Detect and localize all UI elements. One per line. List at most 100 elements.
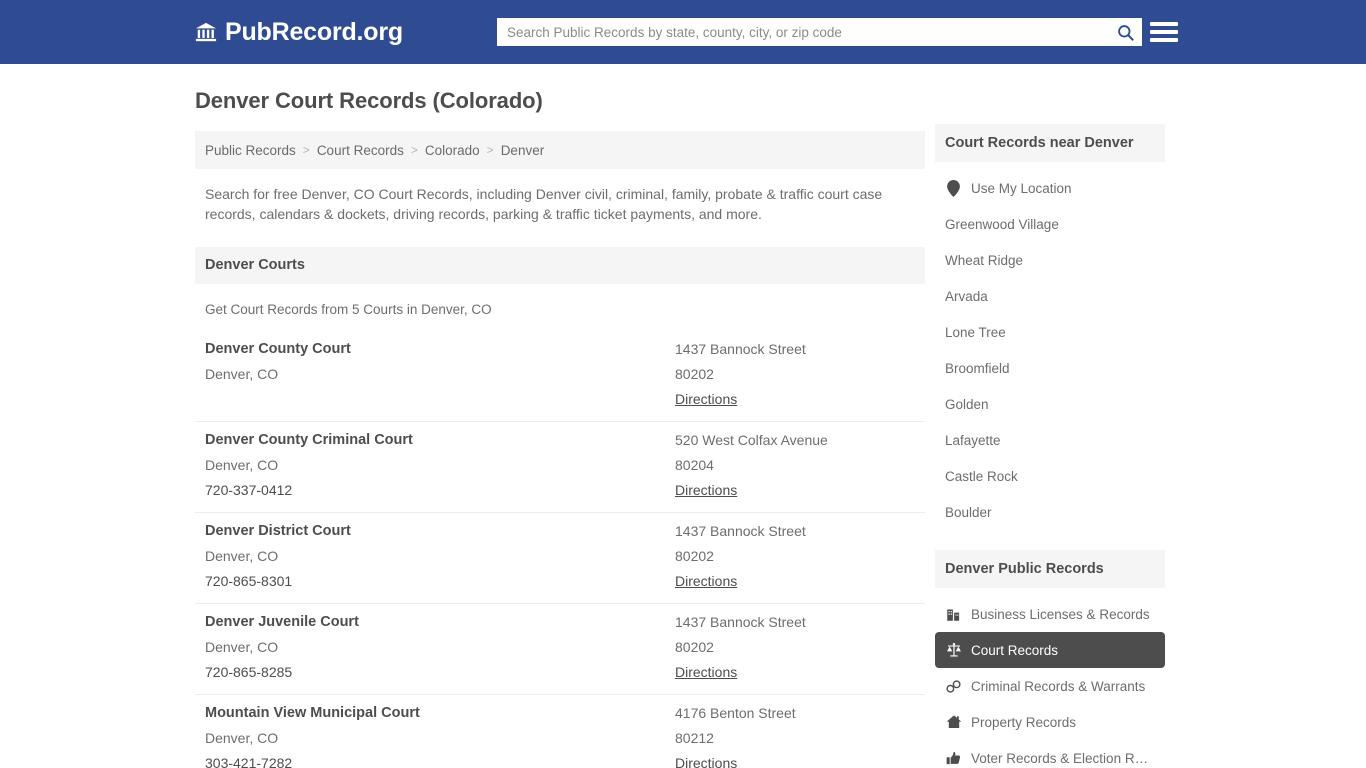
sidebar-header-label: Court Records near Denver <box>945 135 1134 151</box>
court-address-block: 1437 Bannock Street 80202 Directions <box>675 523 915 591</box>
building-icon <box>945 606 962 623</box>
court-zip: 80204 <box>675 457 915 473</box>
court-info: Denver County Court Denver, CO <box>205 341 675 409</box>
court-city: Denver, CO <box>205 548 675 564</box>
sidebar-item-lafayette[interactable]: Lafayette <box>935 422 1165 458</box>
breadcrumb-item-colorado[interactable]: Colorado <box>425 143 480 158</box>
court-city: Denver, CO <box>205 730 675 746</box>
public-records-list: Business Licenses & Records Court Record… <box>935 596 1165 768</box>
section-header-denver-courts: Denver Courts <box>195 247 925 284</box>
court-zip: 80202 <box>675 639 915 655</box>
search-bar <box>497 18 1142 46</box>
court-zip: 80202 <box>675 366 915 382</box>
sidebar-item-label: Broomfield <box>945 361 1010 376</box>
court-list: Denver County Court Denver, CO 1437 Bann… <box>195 331 925 768</box>
court-address: 4176 Benton Street <box>675 705 915 721</box>
sidebar-item-label: Court Records <box>971 643 1058 658</box>
court-info: Denver County Criminal Court Denver, CO … <box>205 432 675 500</box>
nearby-cities-list: Use My Location Greenwood Village Wheat … <box>935 170 1165 530</box>
breadcrumb-separator-icon: > <box>411 143 418 157</box>
sidebar-item-label: Criminal Records & Warrants <box>971 679 1145 694</box>
court-address-block: 1437 Bannock Street 80202 Directions <box>675 614 915 682</box>
hamburger-menu-button[interactable] <box>1150 18 1178 46</box>
hamburger-menu-icon <box>1150 30 1178 34</box>
sidebar-header-label: Denver Public Records <box>945 561 1104 577</box>
directions-link[interactable]: Directions <box>675 664 737 680</box>
table-row: Denver County Court Denver, CO 1437 Bann… <box>195 331 925 422</box>
sidebar-item-boulder[interactable]: Boulder <box>935 494 1165 530</box>
breadcrumb-item-public-records[interactable]: Public Records <box>205 143 296 158</box>
sidebar-item-lone-tree[interactable]: Lone Tree <box>935 314 1165 350</box>
sidebar: Court Records near Denver Use My Locatio… <box>935 124 1165 768</box>
sidebar-item-label: Lafayette <box>945 433 1001 448</box>
court-zip: 80202 <box>675 548 915 564</box>
section-header-label: Denver Courts <box>205 257 305 273</box>
site-logo[interactable]: PubRecord.org <box>195 20 403 45</box>
page-description: Search for free Denver, CO Court Records… <box>195 185 885 225</box>
sidebar-item-label: Castle Rock <box>945 469 1018 484</box>
hamburger-menu-icon <box>1150 22 1178 26</box>
court-address: 1437 Bannock Street <box>675 523 915 539</box>
directions-link[interactable]: Directions <box>675 482 737 498</box>
court-address: 1437 Bannock Street <box>675 341 915 357</box>
sidebar-item-label: Business Licenses & Records <box>971 607 1150 622</box>
table-row: Denver Juvenile Court Denver, CO 720-865… <box>195 604 925 695</box>
sidebar-item-use-my-location[interactable]: Use My Location <box>935 170 1165 206</box>
table-row: Mountain View Municipal Court Denver, CO… <box>195 695 925 768</box>
court-count-note: Get Court Records from 5 Courts in Denve… <box>195 284 925 317</box>
sidebar-item-label: Greenwood Village <box>945 217 1059 232</box>
sidebar-item-criminal-records[interactable]: Criminal Records & Warrants <box>935 668 1165 704</box>
breadcrumb-item-denver[interactable]: Denver <box>501 143 545 158</box>
sidebar-item-label: Property Records <box>971 715 1076 730</box>
directions-link[interactable]: Directions <box>675 391 737 407</box>
directions-link[interactable]: Directions <box>675 573 737 589</box>
sidebar-item-court-records[interactable]: Court Records <box>935 632 1165 668</box>
sidebar-item-label: Arvada <box>945 289 988 304</box>
court-name: Mountain View Municipal Court <box>205 705 675 721</box>
sidebar-item-broomfield[interactable]: Broomfield <box>935 350 1165 386</box>
court-address-block: 1437 Bannock Street 80202 Directions <box>675 341 915 409</box>
sidebar-item-arvada[interactable]: Arvada <box>935 278 1165 314</box>
sidebar-item-property-records[interactable]: Property Records <box>935 704 1165 740</box>
court-info: Denver District Court Denver, CO 720-865… <box>205 523 675 591</box>
court-address-block: 520 West Colfax Avenue 80204 Directions <box>675 432 915 500</box>
main-content: Denver Court Records (Colorado) Public R… <box>195 88 925 768</box>
sidebar-header-nearby: Court Records near Denver <box>935 124 1165 162</box>
map-pin-icon <box>945 180 962 197</box>
court-city: Denver, CO <box>205 639 675 655</box>
court-name: Denver Juvenile Court <box>205 614 675 630</box>
site-logo-text: PubRecord.org <box>225 20 403 45</box>
search-button[interactable] <box>1108 18 1142 46</box>
search-icon <box>1116 23 1135 42</box>
court-info: Denver Juvenile Court Denver, CO 720-865… <box>205 614 675 682</box>
sidebar-item-wheat-ridge[interactable]: Wheat Ridge <box>935 242 1165 278</box>
court-address: 1437 Bannock Street <box>675 614 915 630</box>
court-phone: 720-865-8301 <box>205 573 675 589</box>
court-name: Denver District Court <box>205 523 675 539</box>
court-city: Denver, CO <box>205 366 675 382</box>
sidebar-item-greenwood-village[interactable]: Greenwood Village <box>935 206 1165 242</box>
sidebar-item-label: Wheat Ridge <box>945 253 1023 268</box>
thumbs-up-icon <box>945 750 962 767</box>
directions-link[interactable]: Directions <box>675 755 737 768</box>
scales-of-justice-icon <box>945 642 962 659</box>
sidebar-item-castle-rock[interactable]: Castle Rock <box>935 458 1165 494</box>
sidebar-item-voter-records[interactable]: Voter Records & Election R… <box>935 740 1165 768</box>
site-header: PubRecord.org <box>0 0 1366 64</box>
sidebar-item-golden[interactable]: Golden <box>935 386 1165 422</box>
breadcrumb-separator-icon: > <box>303 143 310 157</box>
sidebar-item-label: Lone Tree <box>945 325 1006 340</box>
breadcrumb-item-court-records[interactable]: Court Records <box>317 143 404 158</box>
house-icon <box>945 714 962 731</box>
table-row: Denver County Criminal Court Denver, CO … <box>195 422 925 513</box>
court-city: Denver, CO <box>205 457 675 473</box>
court-phone: 720-865-8285 <box>205 664 675 680</box>
sidebar-item-business-licenses[interactable]: Business Licenses & Records <box>935 596 1165 632</box>
sidebar-item-label: Voter Records & Election R… <box>971 751 1148 766</box>
table-row: Denver District Court Denver, CO 720-865… <box>195 513 925 604</box>
sidebar-header-public-records: Denver Public Records <box>935 550 1165 588</box>
court-phone: 720-337-0412 <box>205 482 675 498</box>
court-phone: 303-421-7282 <box>205 755 675 768</box>
breadcrumb: Public Records > Court Records > Colorad… <box>195 131 925 169</box>
search-input[interactable] <box>497 18 1108 46</box>
